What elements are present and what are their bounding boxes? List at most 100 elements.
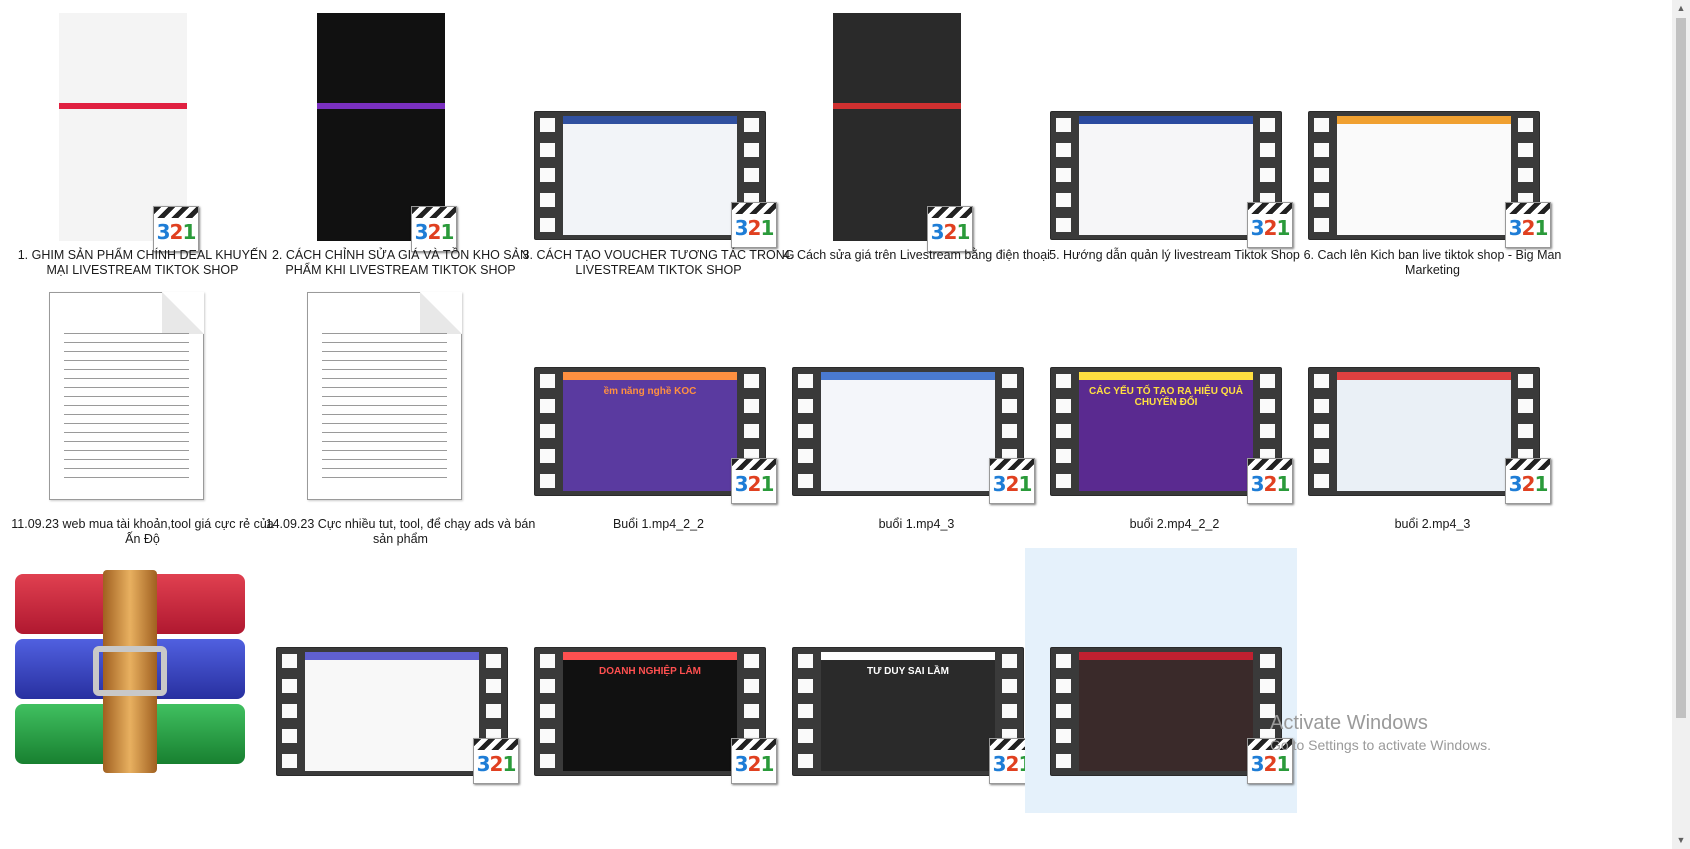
file-item[interactable]: ềm năng nghề KOC 321 Buổi 1.mp4_2_2 [521,292,796,552]
file-item[interactable]: DOANH NGHIỆP LÀM 321 [521,568,796,828]
file-item[interactable]: 321 buổi 2.mp4_3 [1295,292,1570,552]
film-hole [1002,399,1017,413]
scrollbar-thumb[interactable] [1676,18,1686,718]
film-hole [798,374,813,388]
frame-accent [1079,652,1253,660]
clapper-stripes [732,203,776,214]
file-item[interactable]: 321 [263,568,538,828]
badge-digits: 321 [992,472,1033,496]
badge-digits: 321 [734,472,775,496]
file-item[interactable]: TƯ DUY SAI LẦM321 [779,568,1054,828]
film-hole [1056,729,1071,743]
film-hole [798,424,813,438]
file-item[interactable]: 11.09.23 web mua tài khoản,tool giá cực … [5,292,280,552]
film-hole [282,729,297,743]
film-hole [744,143,759,157]
file-item[interactable]: 321 5. Hướng dẫn quản lý livestream Tikto… [1037,8,1312,268]
film-hole [798,654,813,668]
file-item[interactable]: 321 buổi 1.mp4_3 [779,292,1054,552]
file-name: buổi 1.mp4_3 [878,517,955,531]
film-hole [1314,449,1329,463]
film-hole [1056,218,1071,232]
badge-digits: 321 [1508,216,1549,240]
film-hole [1056,474,1071,488]
badge-digits: 321 [930,220,971,244]
film-hole [1260,168,1275,182]
frame-accent [563,372,737,380]
file-item[interactable]: 321 3. CÁCH TẠO VOUCHER TƯƠNG TÁC TRONG L… [521,8,796,277]
film-hole [744,704,759,718]
video-frame [563,116,737,235]
watermark-subtitle: Go to Settings to activate Windows. [1270,737,1491,753]
video-frame: DOANH NGHIỆP LÀM [563,652,737,771]
badge-digits: 321 [734,216,775,240]
frame-accent [821,372,995,380]
clapper-stripes [412,207,456,218]
badge-digits: 321 [734,752,775,776]
film-hole [1314,218,1329,232]
filmstrip-holes [793,368,819,495]
media-player-classic-icon: 321 [989,458,1035,504]
file-name: 3. CÁCH TẠO VOUCHER TƯƠNG TÁC TRONG LIVE… [522,248,795,277]
filmstrip-holes [535,368,561,495]
badge-digits: 321 [476,752,517,776]
winrar-archive-icon [15,570,245,773]
film-hole [282,754,297,768]
thumbnail-accent [317,103,445,109]
media-player-classic-icon: 321 [1505,202,1551,248]
media-player-classic-icon: 321 [731,202,777,248]
file-item[interactable]: 14.09.23 Cực nhiều tut, tool, để chạy ad… [263,292,538,552]
archive-buckle [93,646,167,696]
filmstrip-holes [1051,368,1077,495]
film-hole [798,679,813,693]
filmstrip-holes [1051,112,1077,239]
file-name: buổi 2.mp4_2_2 [1129,517,1220,531]
film-hole [798,474,813,488]
film-hole [798,754,813,768]
film-hole [744,679,759,693]
badge-digits: 321 [156,220,197,244]
media-player-classic-icon: 321 [1247,458,1293,504]
film-hole [540,118,555,132]
clapper-stripes [990,459,1034,470]
film-hole [1260,424,1275,438]
frame-caption: TƯ DUY SAI LẦM [866,666,949,677]
film-hole [798,704,813,718]
badge-digits: 321 [1250,216,1291,240]
file-item[interactable]: 321 4. Cách sửa giá trên Livestream bằng … [779,8,1054,268]
scroll-up-icon[interactable]: ▲ [1672,0,1690,17]
media-player-classic-icon: 321 [731,738,777,784]
film-hole [540,474,555,488]
video-frame: ềm năng nghề KOC [563,372,737,491]
film-hole [1260,143,1275,157]
file-item[interactable]: 321 2. CÁCH CHỈNH SỬA GIÁ VÀ TỒN KHO SẢN … [263,8,538,277]
film-hole [798,399,813,413]
file-item[interactable]: 321 1. GHIM SẢN PHẨM CHÍNH DEAL KHUYẾN MẠ… [5,8,280,277]
filmstrip-holes [1309,112,1335,239]
clapper-stripes [1506,203,1550,214]
file-item[interactable]: 321 [1025,548,1312,828]
film-hole [744,374,759,388]
film-hole [1518,168,1533,182]
text-document-icon [49,292,204,500]
film-hole [1260,399,1275,413]
film-hole [540,704,555,718]
film-hole [1314,424,1329,438]
film-hole [1518,118,1533,132]
vertical-scrollbar[interactable]: ▲ ▼ [1672,0,1690,849]
frame-accent [1337,372,1511,380]
file-item[interactable] [5,568,280,828]
file-item[interactable]: CÁC YẾU TỐ TẠO RA HIỆU QUẢ CHUYỂN ĐỔI 321… [1037,292,1312,552]
scroll-down-icon[interactable]: ▼ [1672,832,1690,849]
media-player-classic-icon: 321 [473,738,519,784]
text-lines [322,333,447,481]
film-hole [1314,374,1329,388]
frame-accent [305,652,479,660]
film-hole [540,679,555,693]
frame-caption: ềm năng nghề KOC [603,386,697,397]
clapper-stripes [928,207,972,218]
filmstrip-holes [793,648,819,775]
file-item[interactable]: 321 6. Cach lên Kich ban live tiktok shop… [1295,8,1570,277]
badge-digits: 321 [414,220,455,244]
film-hole [1518,399,1533,413]
